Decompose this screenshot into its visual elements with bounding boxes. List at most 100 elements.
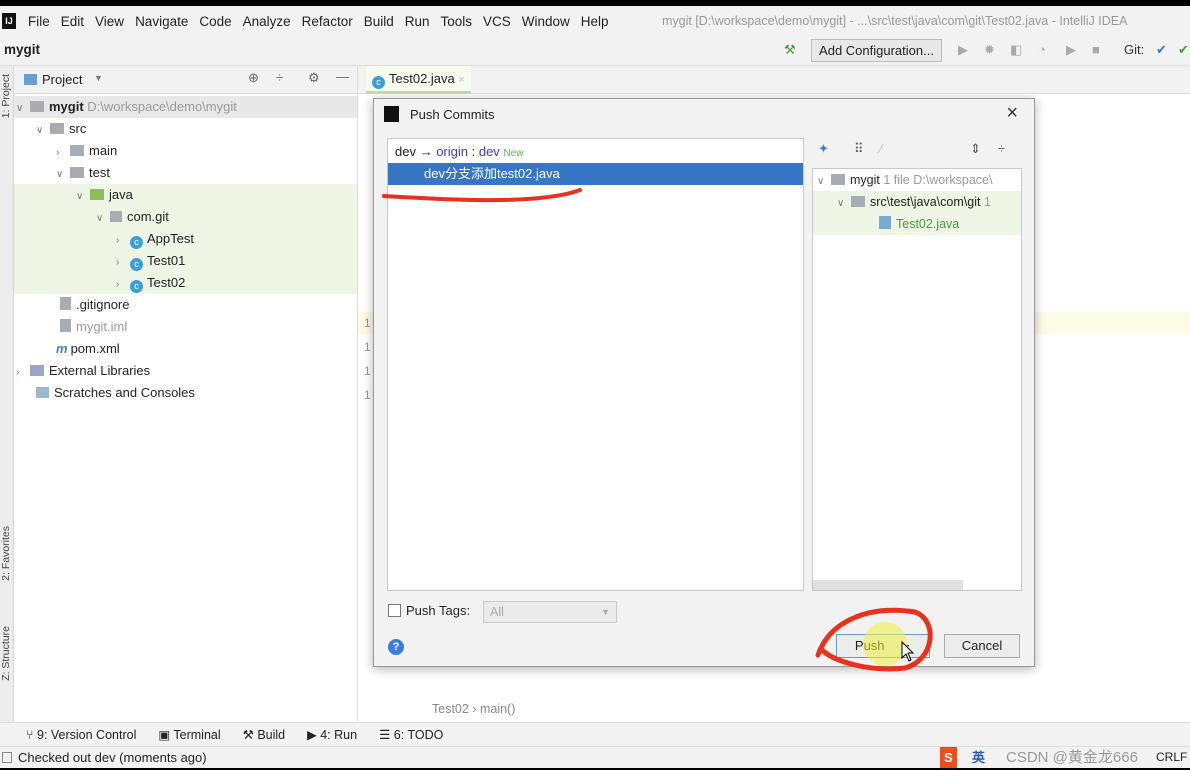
files-file[interactable]: Test02.java [813, 213, 1021, 235]
breadcrumb-method[interactable]: main() [480, 702, 515, 716]
push-button[interactable]: Push ▼ [836, 634, 930, 658]
tree-item-java[interactable]: ∨ java [14, 184, 357, 206]
tree-label: Test01 [147, 253, 186, 268]
tab-label: Build [257, 728, 286, 742]
horizontal-scrollbar[interactable] [813, 580, 963, 590]
ime-mode[interactable]: 英 [972, 747, 985, 768]
status-bar: Checked out dev (moments ago) S 英 CSDN @… [0, 746, 1190, 768]
menu-vcs[interactable]: VCS [483, 14, 511, 29]
run-icon[interactable]: ▶ [958, 42, 968, 58]
project-panel-header: Project ▼ ⊕ ÷ ⚙ — [14, 66, 357, 94]
chevron-down-icon[interactable]: ▼ [94, 73, 103, 83]
tree-path: D:\workspace\demo\mygit [87, 99, 237, 114]
files-root[interactable]: ∨ mygit 1 file D:\workspace\ [813, 169, 1021, 191]
group-by-icon[interactable]: ⠿ [854, 141, 864, 157]
chevron-down-icon: ▼ [601, 607, 610, 617]
file-label: Test02.java [896, 217, 960, 231]
todo-tab[interactable]: ☰ 6: TODO [379, 727, 443, 742]
git-update-icon[interactable]: ✔ [1156, 42, 1167, 58]
cancel-button[interactable]: Cancel [944, 634, 1020, 658]
sogou-ime-icon[interactable]: S [940, 747, 957, 768]
menu-analyze[interactable]: Analyze [243, 14, 291, 29]
stop-icon[interactable]: ■ [1092, 42, 1100, 57]
commit-row[interactable]: dev分支添加test02.java [388, 163, 803, 185]
tree-item-src[interactable]: ∨ src [14, 118, 357, 140]
gear-icon[interactable]: ⚙ [308, 70, 320, 86]
push-options-chevron-icon[interactable]: ▼ [902, 642, 911, 652]
close-tab-icon[interactable]: × [458, 74, 464, 86]
push-tags-checkbox[interactable] [388, 604, 401, 617]
breadcrumb-class[interactable]: Test02 [432, 702, 469, 716]
tree-item-pom[interactable]: m pom.xml [14, 338, 357, 360]
tree-item-scratches[interactable]: Scratches and Consoles [14, 382, 357, 404]
terminal-tab[interactable]: ▣ Terminal [158, 727, 220, 742]
dialog-title: Push Commits [410, 107, 495, 122]
tree-item-test02[interactable]: › c Test02 [14, 272, 357, 294]
menu-navigate[interactable]: Navigate [135, 14, 188, 29]
remote-name[interactable]: origin [436, 144, 468, 159]
expand-icon[interactable]: ✦ [818, 141, 829, 157]
locate-icon[interactable]: ⊕ [248, 70, 259, 86]
edit-icon[interactable]: ∕ [880, 141, 882, 156]
structure-tool-tab[interactable]: Z: Structure [0, 626, 12, 681]
collapse-all-icon[interactable]: ÷ [998, 141, 1005, 156]
class-icon: c [130, 258, 143, 271]
git-commit-icon[interactable]: ✔ [1178, 42, 1189, 58]
menu-file[interactable]: File [28, 14, 50, 29]
commits-list[interactable]: dev → origin : dev New dev分支添加test02.jav… [387, 138, 804, 591]
run-alt-icon[interactable]: ▶ [1066, 42, 1076, 58]
tool-window-bar: ⑂ 9: Version Control ▣ Terminal ⚒ Build … [0, 722, 1190, 746]
menu-help[interactable]: Help [581, 14, 609, 29]
help-button[interactable]: ? [388, 639, 404, 655]
tree-item-apptest[interactable]: › c AppTest [14, 228, 357, 250]
files-dir[interactable]: ∨ src\test\java\com\git 1 [813, 191, 1021, 213]
line-number: 1 [364, 388, 371, 402]
project-tool-tab[interactable]: 1: Project [0, 74, 12, 118]
tab-label: 4: Run [320, 728, 358, 742]
maven-icon: m [56, 341, 68, 356]
build-tab[interactable]: ⚒ Build [243, 727, 285, 742]
tree-item-gitignore[interactable]: .gitignore [14, 294, 357, 316]
project-view-selector[interactable]: Project [42, 72, 82, 87]
menu-refactor[interactable]: Refactor [302, 14, 353, 29]
tree-item-mygit[interactable]: ∨ mygit D:\workspace\demo\mygit [14, 96, 357, 118]
class-icon: c [130, 280, 143, 293]
main-toolbar: mygit ⚒ Add Configuration... ▶ ✹ ◧ ◔ ▶ ■… [0, 36, 1190, 66]
close-icon[interactable]: × [1006, 102, 1018, 125]
tree-item-com-git[interactable]: ∨ com.git [14, 206, 357, 228]
menu-tools[interactable]: Tools [441, 14, 473, 29]
add-configuration-button[interactable]: Add Configuration... [811, 39, 942, 62]
tab-test02-java[interactable]: c Test02.java × [366, 66, 471, 94]
push-tags-option[interactable]: Push Tags: [388, 603, 470, 618]
tree-item-test[interactable]: ∨ test [14, 162, 357, 184]
target-branch[interactable]: dev [479, 144, 500, 159]
favorites-tool-tab[interactable]: 2: Favorites [0, 526, 12, 581]
tree-item-test01[interactable]: › c Test01 [14, 250, 357, 272]
status-message: Checked out dev (moments ago) [18, 750, 207, 765]
coverage-icon[interactable]: ◧ [1010, 42, 1022, 58]
menu-build[interactable]: Build [364, 14, 394, 29]
menu-run[interactable]: Run [405, 14, 430, 29]
line-separator[interactable]: CRLF [1156, 747, 1187, 768]
profile-icon[interactable]: ◔ [1038, 42, 1046, 57]
menu-window[interactable]: Window [522, 14, 570, 29]
tree-item-mygit-iml[interactable]: mygit.iml [14, 316, 357, 338]
tree-item-main[interactable]: › main [14, 140, 357, 162]
expand-all-icon[interactable]: ⇕ [970, 141, 981, 157]
menu-edit[interactable]: Edit [61, 14, 84, 29]
changed-files-tree[interactable]: ∨ mygit 1 file D:\workspace\ ∨ src\test\ja… [812, 168, 1022, 591]
debug-icon[interactable]: ✹ [984, 42, 995, 58]
hide-icon[interactable]: — [336, 69, 349, 84]
line-number: 1 [364, 364, 371, 378]
project-breadcrumb[interactable]: mygit [4, 42, 40, 57]
menu-code[interactable]: Code [199, 14, 231, 29]
build-hammer-icon[interactable]: ⚒ [784, 42, 796, 58]
project-panel: Project ▼ ⊕ ÷ ⚙ — ∨ mygit D:\workspace\de… [14, 66, 358, 722]
push-tags-select[interactable]: All ▼ [483, 601, 617, 623]
menu-view[interactable]: View [95, 14, 124, 29]
collapse-all-icon[interactable]: ÷ [276, 70, 283, 85]
tree-item-external-libraries[interactable]: › External Libraries [14, 360, 357, 382]
run-tab[interactable]: ▶ 4: Run [307, 727, 357, 742]
status-toggle-icon[interactable] [2, 752, 12, 763]
version-control-tab[interactable]: ⑂ 9: Version Control [26, 728, 136, 742]
